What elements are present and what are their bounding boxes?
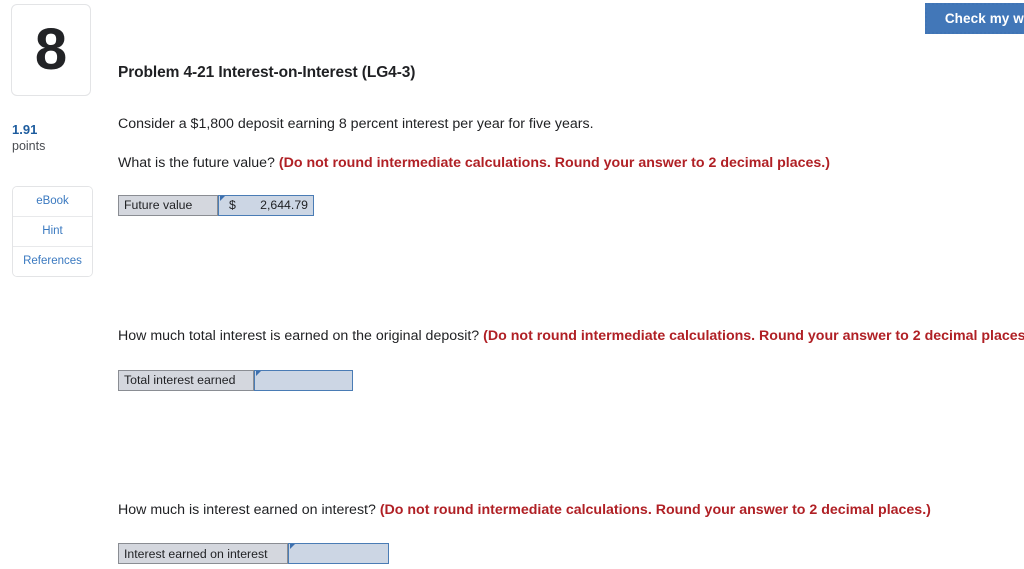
ebook-button[interactable]: eBook bbox=[13, 186, 92, 217]
answer-row-future-value: Future value $ 2,644.79 bbox=[118, 194, 314, 216]
answer-row-interest-on-interest: Interest earned on interest bbox=[118, 543, 389, 565]
question-2: How much total interest is earned on the… bbox=[118, 327, 1024, 346]
question-number-box: 8 bbox=[11, 4, 91, 96]
question-1-text: What is the future value? bbox=[118, 155, 279, 172]
question-3: How much is interest earned on interest?… bbox=[118, 501, 1024, 520]
resource-button-group: eBook Hint References bbox=[12, 185, 93, 277]
problem-prompt: Consider a $1,800 deposit earning 8 perc… bbox=[118, 116, 594, 132]
question-2-text: How much total interest is earned on the… bbox=[118, 327, 484, 344]
references-button[interactable]: References bbox=[13, 246, 92, 276]
problem-title: Problem 4-21 Interest-on-Interest (LG4-3… bbox=[118, 64, 416, 81]
currency-symbol: $ bbox=[229, 198, 236, 213]
points-label: points bbox=[12, 139, 46, 154]
question-3-text: How much is interest earned on interest? bbox=[118, 501, 380, 518]
interest-earned-on-interest-label: Interest earned on interest bbox=[118, 543, 288, 565]
points-block: 1.91 points bbox=[12, 122, 103, 155]
future-value-input[interactable]: $ 2,644.79 bbox=[218, 194, 314, 216]
hint-button[interactable]: Hint bbox=[13, 216, 92, 247]
total-interest-earned-input[interactable] bbox=[254, 369, 353, 391]
points-value: 1.91 bbox=[12, 122, 38, 137]
question-number: 8 bbox=[34, 17, 68, 82]
question-2-instruction: (Do not round intermediate calculations.… bbox=[483, 327, 1024, 344]
future-value-label: Future value bbox=[118, 194, 218, 216]
total-interest-earned-label: Total interest earned bbox=[118, 369, 254, 391]
question-3-instruction: (Do not round intermediate calculations.… bbox=[379, 501, 931, 518]
question-1: What is the future value? (Do not round … bbox=[118, 154, 1024, 173]
answer-row-total-interest: Total interest earned bbox=[118, 369, 353, 391]
future-value-amount: 2,644.79 bbox=[260, 198, 308, 213]
question-sidebar: 8 1.91 points eBook Hint References bbox=[0, 0, 103, 277]
question-1-instruction: (Do not round intermediate calculations.… bbox=[278, 155, 830, 172]
problem-content: Problem 4-21 Interest-on-Interest (LG4-3… bbox=[118, 0, 1024, 565]
interest-earned-on-interest-input[interactable] bbox=[288, 543, 389, 565]
